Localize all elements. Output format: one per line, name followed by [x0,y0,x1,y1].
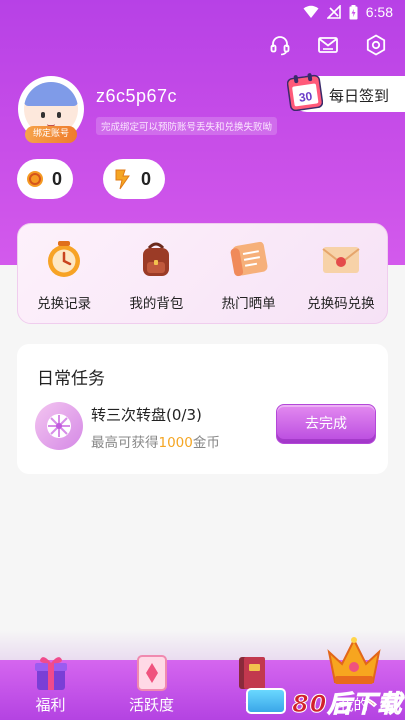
shortcut-my-backpack[interactable]: 我的背包 [110,224,202,323]
headset-icon[interactable] [269,34,291,56]
daily-checkin-button[interactable]: 30 每日签到 [287,73,405,112]
task-reward-description: 最高可获得1000金币 [91,431,220,451]
lightning-icon [115,169,130,190]
energy-counter[interactable]: 0 [103,159,165,199]
shortcut-code-redeem[interactable]: 兑换码兑换 [295,224,387,323]
shortcut-label: 兑换记录 [37,296,92,312]
watermark-logo-icon [246,688,286,714]
task-reward-amount: 1000 [158,435,193,451]
task-item-icon [35,402,83,450]
no-signal-icon [326,5,341,19]
settings-icon[interactable] [365,34,387,56]
coin-counter[interactable]: 0 [17,159,73,199]
task-desc-prefix: 最高可获得 [91,435,159,451]
scroll-icon [230,241,268,277]
avatar[interactable]: 绑定账号 [18,76,84,143]
go-complete-button[interactable]: 去完成 [276,404,376,444]
nav-label: 福利 [35,696,66,714]
watermark-text: 80后下载 [291,690,403,719]
calendar-icon: 30 [287,73,323,111]
checkin-label: 每日签到 [329,87,390,105]
shortcut-redeem-history[interactable]: 兑换记录 [18,224,110,323]
calendar-number: 30 [298,89,313,105]
card-icon [136,655,167,691]
wifi-icon [303,5,319,18]
shortcut-label: 兑换码兑换 [307,296,375,312]
daily-task-card: 日常任务 转三次转盘(0/3) 最高可获得1000金币 去完成 [17,344,388,474]
crown-icon [326,637,381,684]
clock-icon [48,241,81,277]
task-name: 转三次转盘(0/3) [91,406,202,424]
shortcut-label: 我的背包 [129,296,184,312]
coin-count: 0 [52,168,63,189]
energy-count: 0 [141,168,152,189]
coin-icon [27,171,43,187]
task-desc-suffix: 金币 [192,435,220,451]
status-time: 6:58 [365,4,393,20]
mail-icon[interactable] [317,34,339,56]
nav-activity[interactable]: 活跃度 [101,655,202,720]
shortcut-hot-showcase[interactable]: 热门晒单 [203,224,295,323]
header-actions [269,34,387,56]
status-bar: 6:58 [0,0,405,28]
wheel-icon [47,414,71,438]
bind-hint: 完成绑定可以预防账号丢失和兑换失败呦 [96,117,278,135]
shortcut-panel: 兑换记录 我的背包 热门晒单 兑换码兑换 [17,223,388,324]
username: z6c5p67c [96,86,178,106]
backpack-icon [143,242,170,276]
bind-account-badge[interactable]: 绑定账号 [25,126,77,143]
gift-icon [34,657,67,690]
shortcut-label: 热门晒单 [221,296,276,312]
battery-icon [349,4,358,19]
nav-welfare[interactable]: 福利 [0,657,101,720]
nav-label: 活跃度 [128,696,174,714]
envelope-icon [322,247,360,273]
book-icon [238,657,265,689]
section-title: 日常任务 [37,369,105,389]
